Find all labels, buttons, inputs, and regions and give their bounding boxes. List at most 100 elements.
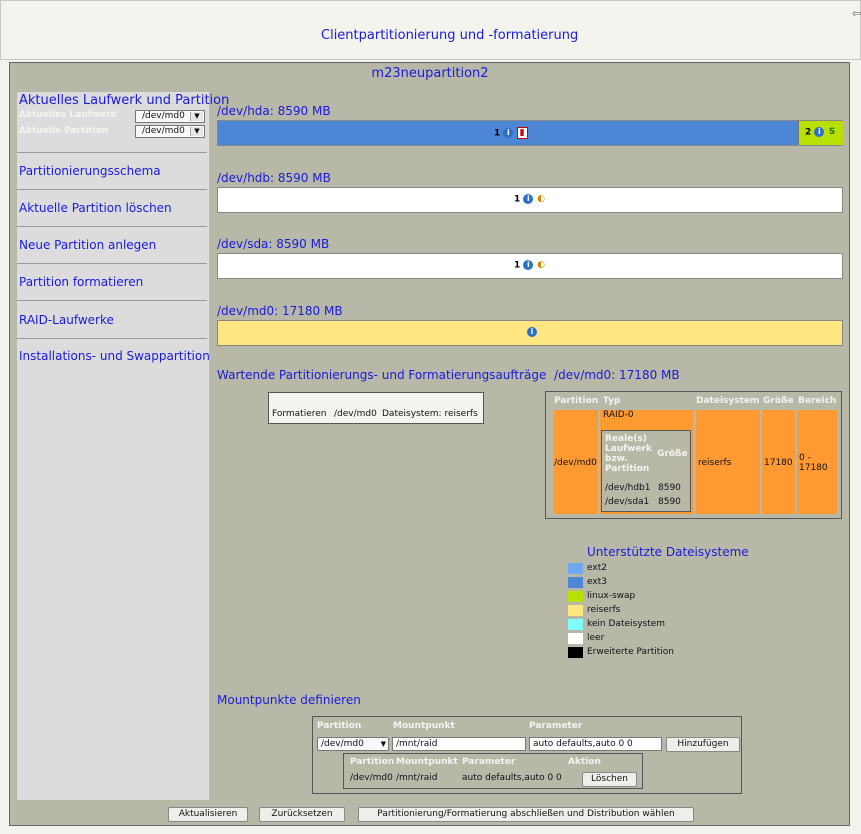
- current-drive-value: /dev/md0: [142, 111, 185, 121]
- legend-swatch: [568, 605, 583, 616]
- disk-bar-sda: 1 i ◐: [217, 253, 843, 279]
- table-cell: auto defaults,auto 0 0: [462, 773, 562, 783]
- jobs-table: Aktion Partition Beschreibung Formatiere…: [268, 392, 484, 424]
- jobs-device: /dev/md0: 17180 MB: [554, 368, 680, 382]
- mount-form: Partition Mountpunkt Parameter /dev/md0 …: [312, 716, 742, 794]
- table-cell: /dev/md0: [350, 773, 393, 783]
- reset-button[interactable]: Zurücksetzen: [259, 807, 345, 822]
- partition-select[interactable]: /dev/md0 ▼: [317, 737, 389, 751]
- disk-bar-hda: 1 i ▮ 2 i S: [217, 120, 843, 146]
- partition-select-value: /dev/md0: [321, 739, 364, 749]
- mountpoint-input[interactable]: /mnt/raid: [392, 737, 526, 751]
- column-header: Parameter: [529, 721, 583, 731]
- add-partition-icon[interactable]: ◐: [537, 260, 546, 270]
- format-icon[interactable]: S: [828, 127, 837, 137]
- raid-range-end: 17180: [799, 463, 828, 473]
- current-partition-select[interactable]: /dev/md0 ▼: [135, 125, 205, 138]
- add-mount-button[interactable]: Hinzufügen: [666, 737, 740, 752]
- column-header: Beschreibung: [382, 397, 452, 407]
- column-header: Partition: [605, 464, 650, 474]
- legend-label: kein Dateisystem: [587, 619, 666, 629]
- sidebar-item-new-partition[interactable]: Neue Partition anlegen: [19, 238, 156, 252]
- column-header: Bereich: [798, 396, 837, 406]
- raid-size: 17180: [764, 458, 793, 468]
- add-partition-icon[interactable]: ◐: [537, 194, 546, 204]
- divider: [17, 338, 207, 339]
- sidebar-item-delete-partition[interactable]: Aktuelle Partition löschen: [19, 201, 172, 215]
- delete-mount-button[interactable]: Löschen: [582, 772, 637, 787]
- info-icon[interactable]: i: [503, 128, 514, 138]
- parameter-input[interactable]: auto defaults,auto 0 0: [529, 737, 662, 751]
- column-header: Partition: [317, 721, 362, 731]
- raid-type: RAID-0: [603, 410, 634, 420]
- partition-segment[interactable]: 2 i S: [798, 121, 843, 145]
- legend-label: linux-swap: [587, 591, 636, 601]
- info-icon[interactable]: i: [527, 327, 537, 337]
- sidebar: [17, 92, 209, 800]
- legend-label: leer: [587, 633, 605, 643]
- member-size: 8590: [658, 483, 681, 493]
- exit-icon[interactable]: ⇦: [852, 7, 861, 20]
- disk-label-sda: /dev/sda: 8590 MB: [217, 237, 330, 251]
- current-drive-select[interactable]: /dev/md0 ▼: [135, 110, 205, 123]
- legend-swatch: [568, 647, 583, 658]
- sidebar-item-partition-scheme[interactable]: Partitionierungsschema: [19, 164, 161, 178]
- partition-label: 1 i ◐: [514, 194, 546, 205]
- chevron-down-icon: ▼: [190, 112, 203, 121]
- sidebar-item-format-partition[interactable]: Partition formatieren: [19, 275, 143, 289]
- disk-label-hdb: /dev/hdb: 8590 MB: [217, 171, 331, 185]
- legend-label: reiserfs: [587, 605, 621, 615]
- jobs-title: Wartende Partitionierungs- und Formatier…: [217, 368, 680, 382]
- page-title: Clientpartitionierung und -formatierung: [321, 28, 579, 43]
- column-header: Laufwerk: [605, 444, 652, 454]
- current-partition-value: /dev/md0: [142, 126, 185, 136]
- partition-number: 2: [805, 127, 812, 138]
- current-partition-label: Aktuelle Partition: [19, 126, 109, 136]
- partition-number: 1: [494, 128, 501, 139]
- info-icon[interactable]: i: [814, 127, 825, 137]
- column-header: Aktion: [568, 757, 601, 767]
- client-name: m23neupartition2: [371, 66, 489, 81]
- trash-icon[interactable]: ▮: [516, 127, 528, 139]
- divider: [17, 189, 207, 190]
- refresh-button[interactable]: Aktualisieren: [168, 807, 248, 822]
- divider: [17, 226, 207, 227]
- legend-swatch: [568, 563, 583, 574]
- column-header: Partition: [334, 397, 379, 407]
- table-cell: Dateisystem: reiserfs: [382, 409, 478, 419]
- legend-swatch: [568, 633, 583, 644]
- info-icon[interactable]: i: [523, 260, 534, 270]
- partition-label: 2 i S: [805, 127, 837, 138]
- info-icon[interactable]: i: [523, 194, 534, 204]
- divider: [17, 263, 207, 264]
- column-header: Partition: [350, 757, 395, 767]
- raid-members-table: Reale(s) Laufwerk bzw. Partition Größe /…: [601, 430, 691, 512]
- mounted-table: Partition Mountpunkt Parameter Aktion /d…: [343, 753, 643, 789]
- column-header: Mountpunkt: [396, 757, 458, 767]
- legend-title: Unterstützte Dateisysteme: [587, 545, 749, 559]
- column-header: Reale(s): [605, 434, 647, 444]
- sidebar-item-raid[interactable]: RAID-Laufwerke: [19, 313, 114, 327]
- disk-label-md0: /dev/md0: 17180 MB: [217, 304, 343, 318]
- raid-filesystem: reiserfs: [698, 458, 732, 468]
- legend-swatch: [568, 591, 583, 602]
- table-cell: /mnt/raid: [396, 773, 438, 783]
- table-cell: /dev/md0: [334, 409, 377, 419]
- partition-label: i: [527, 327, 537, 338]
- column-header: Größe: [763, 396, 794, 406]
- legend-label: ext2: [587, 563, 607, 573]
- title-bar: Clientpartitionierung und -formatierung …: [0, 0, 861, 60]
- chevron-down-icon: ▼: [380, 740, 386, 748]
- raid-table: Partition Typ Dateisystem Größe Bereich …: [545, 391, 842, 519]
- partition-segment[interactable]: 1 i ▮: [218, 121, 798, 145]
- current-drive-label: Aktuelles Laufwerk: [19, 110, 117, 120]
- partition-number: 1: [514, 260, 521, 271]
- finish-button[interactable]: Partitionierung/Formatierung abschließen…: [358, 807, 694, 822]
- mount-title: Mountpunkte definieren: [217, 693, 361, 707]
- partition-label: 1 i ▮: [494, 127, 528, 139]
- jobs-title-text: Wartende Partitionierungs- und Formatier…: [217, 368, 547, 382]
- member-device: /dev/hdb1: [605, 483, 651, 493]
- column-header: Dateisystem: [696, 396, 760, 406]
- divider: [17, 300, 207, 301]
- sidebar-item-install-swap[interactable]: Installations- und Swappartition: [19, 349, 210, 363]
